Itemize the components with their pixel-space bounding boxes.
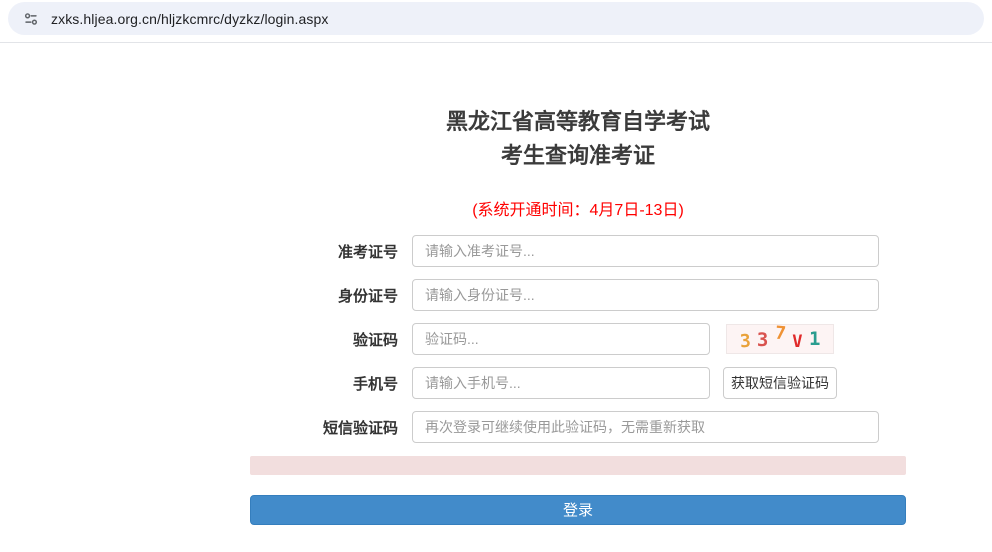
phone-number-input[interactable] (412, 367, 710, 399)
captcha-char: 7 (774, 325, 786, 344)
captcha-char: V (792, 334, 802, 351)
id-number-label: 身份证号 (250, 285, 412, 306)
login-form: 准考证号 身份证号 验证码 3 3 7 V 1 手机号 (250, 235, 906, 443)
page-title-line1: 黑龙江省高等教育自学考试 (250, 105, 906, 139)
login-panel: 黑龙江省高等教育自学考试 考生查询准考证 (系统开通时间：4月7日-13日) 准… (250, 105, 906, 525)
form-row-id-number: 身份证号 (250, 279, 906, 311)
page-title: 黑龙江省高等教育自学考试 考生查询准考证 (250, 105, 906, 173)
login-button[interactable]: 登录 (250, 495, 906, 525)
system-open-notice: (系统开通时间：4月7日-13日) (250, 196, 906, 220)
url-text[interactable]: zxks.hljea.org.cn/hljzkcmrc/dyzkz/login.… (51, 11, 329, 27)
admission-ticket-label: 准考证号 (250, 241, 412, 262)
form-row-admission-ticket: 准考证号 (250, 235, 906, 267)
captcha-input[interactable] (412, 323, 710, 355)
captcha-char: 3 (739, 333, 751, 352)
phone-label: 手机号 (250, 373, 412, 394)
admission-ticket-input[interactable] (412, 235, 879, 267)
form-row-sms-code: 短信验证码 (250, 411, 906, 443)
form-row-phone: 手机号 获取短信验证码 (250, 367, 906, 399)
form-row-captcha: 验证码 3 3 7 V 1 (250, 323, 906, 355)
site-settings-icon[interactable] (22, 10, 40, 28)
captcha-char: 3 (757, 331, 768, 350)
alert-bar (250, 456, 906, 475)
sms-code-input[interactable] (412, 411, 879, 443)
captcha-label: 验证码 (250, 329, 412, 350)
id-number-input[interactable] (412, 279, 879, 311)
browser-window: zxks.hljea.org.cn/hljzkcmrc/dyzkz/login.… (0, 0, 992, 552)
sms-code-label: 短信验证码 (250, 417, 412, 438)
page-title-line2: 考生查询准考证 (250, 139, 906, 173)
browser-toolbar: zxks.hljea.org.cn/hljzkcmrc/dyzkz/login.… (0, 0, 992, 43)
address-bar[interactable]: zxks.hljea.org.cn/hljzkcmrc/dyzkz/login.… (8, 2, 984, 35)
captcha-image[interactable]: 3 3 7 V 1 (726, 324, 834, 354)
get-sms-code-button[interactable]: 获取短信验证码 (723, 367, 837, 399)
captcha-char: 1 (809, 330, 820, 349)
